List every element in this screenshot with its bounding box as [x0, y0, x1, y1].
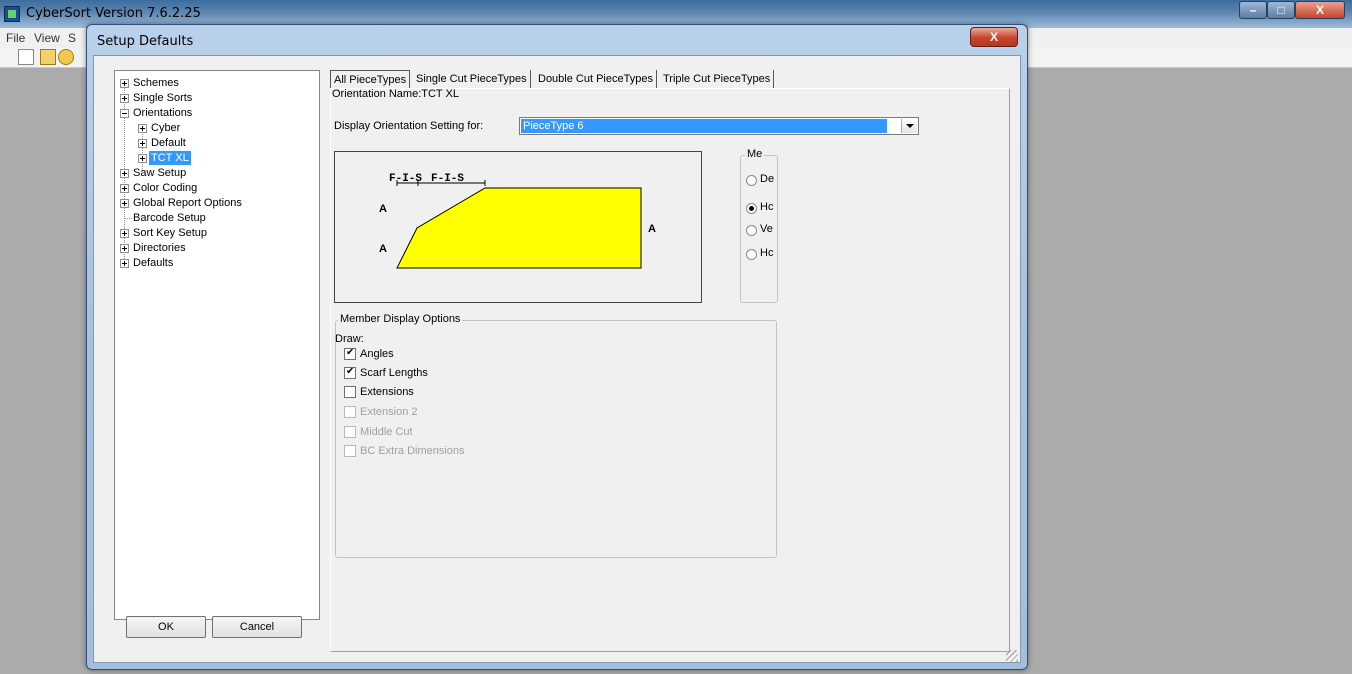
dialog-close-button[interactable]: X [970, 27, 1018, 47]
setup-defaults-dialog: Setup Defaults X Schemes Single Sorts Or… [86, 24, 1028, 670]
tree-item-label: Defaults [133, 257, 174, 269]
expand-icon[interactable] [120, 244, 129, 253]
collapse-icon[interactable] [120, 109, 129, 118]
expand-icon[interactable] [120, 79, 129, 88]
chevron-down-icon[interactable] [901, 119, 917, 133]
dialog-client-area: Schemes Single Sorts Orientations Cyber … [93, 55, 1021, 663]
cybersort-app-icon [4, 6, 20, 22]
settings-tree[interactable]: Schemes Single Sorts Orientations Cyber … [114, 70, 320, 620]
menu-view[interactable]: View [34, 31, 60, 45]
checkbox-scarf-lengths[interactable] [344, 366, 356, 379]
radio-hc-2[interactable] [746, 249, 757, 260]
open-folder-icon[interactable] [40, 49, 56, 65]
checkbox-bc-extra-dimensions-label: BC Extra Dimensions [360, 445, 465, 457]
main-window-title: CyberSort Version 7.6.2.25 [26, 6, 201, 21]
angle-label: A [379, 203, 387, 215]
close-window-button[interactable]: X [1295, 1, 1345, 19]
checkbox-middle-cut-label: Middle Cut [360, 426, 413, 438]
radio-ve-label: Ve [760, 223, 773, 235]
radio-de[interactable] [746, 175, 757, 186]
fis-label: F-I-S [431, 173, 464, 185]
tree-item-label: TCT XL [149, 151, 191, 165]
maximize-button[interactable]: □ [1267, 1, 1295, 19]
checkbox-extensions-label: Extensions [360, 386, 414, 398]
tree-item-label: Sort Key Setup [133, 227, 207, 239]
expand-icon[interactable] [138, 139, 147, 148]
checkbox-extensions[interactable] [344, 386, 356, 398]
piece-type-selected-value: PieceType 6 [521, 119, 887, 133]
cancel-button[interactable]: Cancel [212, 616, 302, 638]
tab-all-piecetypes[interactable]: All PieceTypes [330, 70, 411, 89]
expand-icon[interactable] [120, 184, 129, 193]
menu-file[interactable]: File [6, 31, 25, 45]
expand-icon[interactable] [138, 124, 147, 133]
piece-shape [396, 187, 642, 269]
radio-ve[interactable] [746, 225, 757, 236]
member-display-options-group [335, 320, 777, 558]
checkbox-extension-2-label: Extension 2 [360, 406, 418, 418]
angle-label: A [379, 243, 387, 255]
tree-item-label: Default [151, 137, 186, 149]
checkbox-bc-extra-dimensions [344, 445, 356, 457]
tree-item-label: Orientations [133, 107, 193, 119]
tab-single-cut-piecetypes[interactable]: Single Cut PieceTypes [413, 70, 531, 88]
member-orientation-group-title: Me [745, 148, 765, 160]
tree-item-label: Saw Setup [133, 167, 187, 179]
fis-label: F-I-S [389, 173, 422, 185]
radio-hc-1[interactable] [746, 203, 757, 214]
orientation-name-label: Orientation Name:TCT XL [332, 88, 459, 100]
expand-icon[interactable] [120, 199, 129, 208]
expand-icon[interactable] [120, 229, 129, 238]
ok-button[interactable]: OK [126, 616, 206, 638]
orientation-preview: F-I-S F-I-S A A A [334, 151, 702, 303]
tree-item-label: Cyber [151, 122, 181, 134]
expand-icon[interactable] [138, 154, 147, 163]
tree-item-label: Single Sorts [133, 92, 193, 104]
tab-triple-cut-piecetypes[interactable]: Triple Cut PieceTypes [660, 70, 775, 88]
tree-item-label: Global Report Options [133, 197, 242, 209]
radio-de-label: De [760, 173, 775, 185]
radio-hc-1-label: Hc [760, 201, 774, 213]
tab-double-cut-piecetypes[interactable]: Double Cut PieceTypes [535, 70, 657, 88]
draw-label: Draw: [335, 333, 364, 345]
menu-s[interactable]: S [68, 31, 76, 45]
tree-item-label: Schemes [133, 77, 179, 89]
tree-item-label: Barcode Setup [133, 212, 206, 224]
expand-icon[interactable] [120, 169, 129, 178]
piece-type-dropdown[interactable]: PieceType 6 [519, 117, 919, 135]
angle-label: A [648, 223, 656, 235]
checkbox-angles[interactable] [344, 347, 356, 360]
radio-hc-2-label: Hc [760, 247, 774, 259]
tree-item-label: Color Coding [133, 182, 198, 194]
checkbox-middle-cut [344, 426, 356, 438]
expand-icon[interactable] [120, 259, 129, 268]
expand-icon[interactable] [120, 94, 129, 103]
tree-leaf-line [124, 218, 132, 219]
member-display-options-title: Member Display Options [338, 313, 463, 325]
minimize-button[interactable]: – [1239, 1, 1267, 19]
checkbox-scarf-lengths-label: Scarf Lengths [360, 367, 428, 379]
checkbox-extension-2 [344, 406, 356, 418]
checkbox-angles-label: Angles [360, 348, 394, 360]
tree-item-label: Directories [133, 242, 186, 254]
resize-grip-icon[interactable] [1006, 650, 1018, 662]
piece-shape-svg: F-I-S F-I-S A A A [379, 173, 656, 269]
display-orientation-label: Display Orientation Setting for: [334, 120, 484, 132]
settings-gear-icon[interactable] [58, 49, 74, 65]
new-file-icon[interactable] [18, 49, 34, 65]
dialog-title: Setup Defaults [97, 34, 194, 49]
